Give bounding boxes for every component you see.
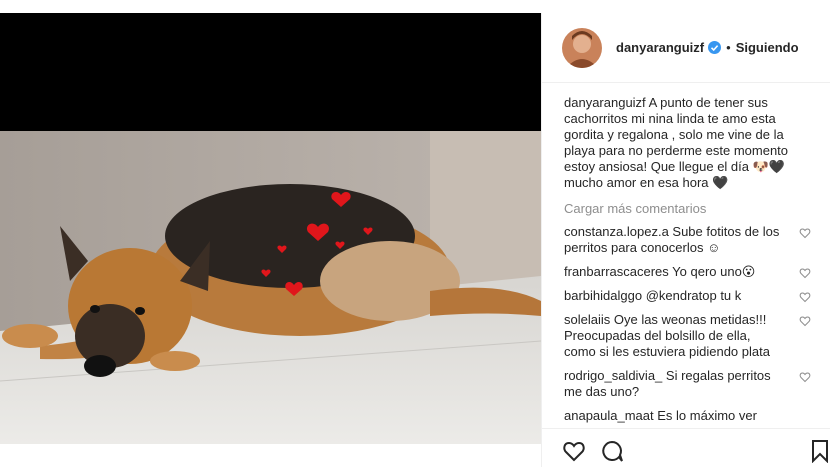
post-media[interactable] — [0, 13, 541, 444]
comment-item: franbarrascaceres Yo qero uno😮 — [564, 264, 813, 280]
comment-username[interactable]: barbihidalggo — [564, 288, 642, 303]
comment-username[interactable]: anapaula_maat — [564, 408, 654, 423]
post-actions-bar — [542, 428, 830, 467]
comment-item: constanza.lopez.a Sube fotitos de los pe… — [564, 224, 813, 256]
top-strip — [0, 0, 830, 13]
avatar[interactable] — [562, 27, 602, 68]
post-caption: danyaranguizf A punto de tener sus cacho… — [564, 95, 813, 191]
comment-item: solelaiis Oye las weonas metidas!!! Preo… — [564, 312, 813, 360]
comment-bubble-icon[interactable] — [600, 439, 624, 463]
load-more-comments-link[interactable]: Cargar más comentarios — [564, 201, 813, 216]
header-username[interactable]: danyaranguizf — [616, 40, 704, 55]
comment-text: Yo qero uno😮 — [668, 264, 756, 279]
post-header: danyaranguizf • Siguiendo — [542, 13, 830, 83]
comment-like-heart-icon[interactable] — [799, 227, 811, 239]
comment-text: @kendratop tu k — [642, 288, 742, 303]
comment-item: anapaula_maat Es lo máximo ver nacer — [564, 408, 813, 428]
separator-dot: • — [726, 40, 731, 55]
comments-list[interactable]: danyaranguizf A punto de tener sus cacho… — [542, 83, 830, 428]
post-side-panel: danyaranguizf • Siguiendo danyaranguizf … — [541, 13, 830, 467]
comment-like-heart-icon[interactable] — [799, 315, 811, 327]
comment-item: rodrigo_saldivia_ Si regalas perritos me… — [564, 368, 813, 400]
comment-username[interactable]: franbarrascaceres — [564, 264, 669, 279]
comment-like-heart-icon[interactable] — [799, 371, 811, 383]
comment-item: barbihidalggo @kendratop tu k — [564, 288, 813, 304]
post-photo — [0, 131, 541, 444]
comment-username[interactable]: constanza.lopez.a — [564, 224, 669, 239]
comment-like-heart-icon[interactable] — [799, 291, 811, 303]
heart-icon[interactable] — [562, 439, 586, 463]
caption-username[interactable]: danyaranguizf — [564, 95, 646, 110]
comment-username[interactable]: rodrigo_saldivia_ — [564, 368, 662, 383]
follow-status-button[interactable]: Siguiendo — [736, 40, 799, 55]
verified-badge-icon — [708, 41, 722, 54]
comment-username[interactable]: solelaiis — [564, 312, 610, 327]
bookmark-icon[interactable] — [808, 439, 830, 463]
comment-like-heart-icon[interactable] — [799, 267, 811, 279]
